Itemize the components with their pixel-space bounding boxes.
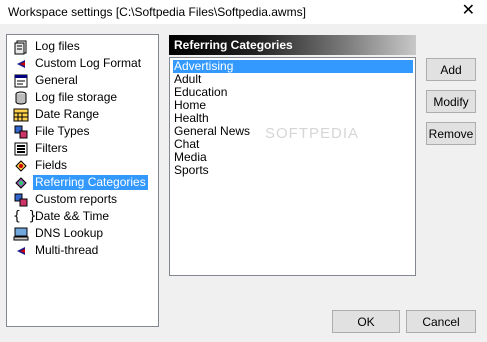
nav-item-label: Custom reports	[35, 192, 118, 206]
nav-item-multi-thread[interactable]: Multi-thread	[13, 242, 100, 259]
workspace-settings-dialog: Workspace settings [C:\Softpedia Files\S…	[0, 0, 487, 342]
title-bar: Workspace settings [C:\Softpedia Files\S…	[0, 0, 487, 24]
panel-header: Referring Categories	[169, 35, 416, 55]
close-icon[interactable]: ✕	[462, 2, 475, 20]
modify-button[interactable]: Modify	[426, 90, 476, 113]
add-button[interactable]: Add	[426, 58, 476, 81]
custom-log-format-icon	[13, 56, 29, 72]
remove-button[interactable]: Remove	[426, 122, 476, 145]
nav-item-general[interactable]: General	[13, 72, 80, 89]
calendar-icon	[13, 107, 29, 123]
nav-item-fields[interactable]: Fields	[13, 157, 69, 174]
fields-icon	[13, 158, 29, 174]
general-icon	[13, 73, 29, 89]
nav-item-referring-categories[interactable]: Referring Categories	[13, 174, 148, 191]
list-item[interactable]: Home	[173, 99, 413, 112]
nav-item-label: File Types	[35, 124, 90, 138]
watermark: SOFTPEDIA	[265, 125, 360, 142]
nav-item-label: Date Range	[35, 107, 100, 121]
ok-button[interactable]: OK	[332, 310, 400, 333]
braces-icon: { }	[13, 208, 37, 224]
categories-listbox[interactable]: Advertising Adult Education Home Health …	[169, 57, 416, 276]
nav-item-label: Fields	[35, 158, 68, 172]
nav-item-label: Multi-thread	[35, 243, 99, 257]
window-title: Workspace settings [C:\Softpedia Files\S…	[8, 5, 306, 19]
list-item[interactable]: Education	[173, 86, 413, 99]
multi-thread-icon	[13, 243, 29, 259]
computer-icon	[13, 226, 29, 242]
nav-item-label: Custom Log Format	[35, 56, 142, 70]
list-item[interactable]: Media	[173, 151, 413, 164]
list-item[interactable]: Advertising	[173, 60, 413, 73]
log-files-icon	[13, 39, 29, 55]
cancel-button[interactable]: Cancel	[406, 310, 476, 333]
custom-reports-icon	[13, 192, 29, 208]
nav-item-label: Filters	[35, 141, 68, 155]
nav-item-custom-log-format[interactable]: Custom Log Format	[13, 55, 143, 72]
nav-item-custom-reports[interactable]: Custom reports	[13, 191, 119, 208]
nav-item-label: Log file storage	[35, 90, 118, 104]
nav-item-label: General	[35, 73, 78, 87]
nav-item-date-range[interactable]: Date Range	[13, 106, 101, 123]
panel-header-title: Referring Categories	[174, 38, 293, 52]
nav-item-label: Referring Categories	[33, 175, 148, 190]
nav-item-label: DNS Lookup	[35, 226, 104, 240]
nav-item-log-file-storage[interactable]: Log file storage	[13, 89, 119, 106]
referring-categories-icon	[13, 175, 29, 191]
filters-icon	[13, 141, 29, 157]
settings-nav-panel: Log files Custom Log Format General Log …	[6, 34, 159, 327]
nav-item-filters[interactable]: Filters	[13, 140, 70, 157]
nav-item-label: Date && Time	[35, 209, 110, 223]
list-item[interactable]: Sports	[173, 164, 413, 177]
nav-item-dns-lookup[interactable]: DNS Lookup	[13, 225, 105, 242]
nav-item-file-types[interactable]: File Types	[13, 123, 91, 140]
nav-item-date-time[interactable]: { } Date && Time	[13, 208, 111, 225]
nav-item-label: Log files	[35, 39, 80, 53]
nav-item-log-files[interactable]: Log files	[13, 38, 82, 55]
file-types-icon	[13, 124, 29, 140]
storage-icon	[13, 90, 29, 106]
